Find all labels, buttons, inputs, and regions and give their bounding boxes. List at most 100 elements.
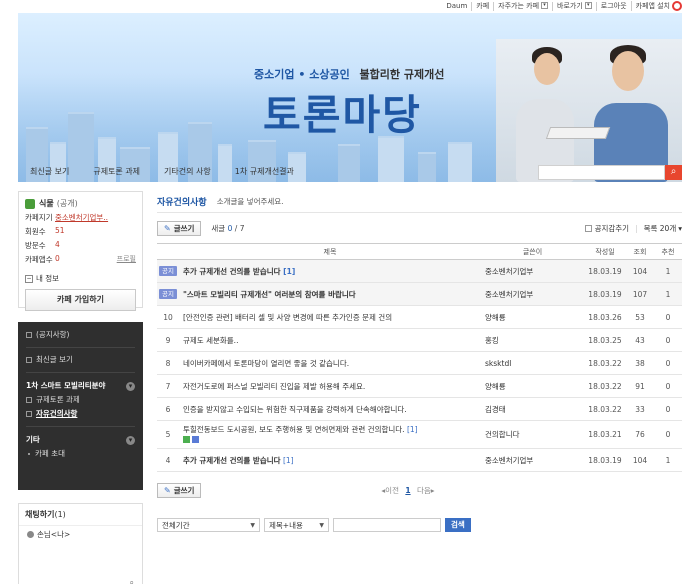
- post-author[interactable]: sksktdl: [481, 351, 584, 375]
- table-row[interactable]: 7 자전거도로에 퍼스널 모빌리티 진입을 제발 허용해 주세요. 양해룡 18…: [157, 374, 682, 398]
- post-title[interactable]: 규제도 세분화를..: [183, 336, 238, 345]
- install-app-link[interactable]: 카페앱 설치: [630, 1, 686, 11]
- tab-regulation-topics[interactable]: 규제토론 과제: [81, 166, 152, 177]
- table-row[interactable]: 10 [안전인증 관련] 배터리 셀 및 사양 변경에 따른 추가인증 문제 건…: [157, 305, 682, 329]
- menu-invite[interactable]: 카페 초대: [18, 447, 143, 461]
- cafe-link[interactable]: 카페: [471, 1, 493, 11]
- post-number: 4: [157, 448, 179, 472]
- post-author[interactable]: 홍킹: [481, 328, 584, 352]
- board-search-bar: 전체기간 ▼ 제목+내용 ▼ 검색: [157, 518, 682, 532]
- search-type-select[interactable]: 제목+내용 ▼: [264, 518, 329, 532]
- logout-button[interactable]: 로그아웃: [595, 1, 631, 11]
- board-search-button[interactable]: 검색: [445, 518, 471, 532]
- post-author[interactable]: 김경태: [481, 397, 584, 421]
- pagination: ◂이전 1 다음▸: [381, 485, 434, 496]
- hide-notice-checkbox[interactable]: [584, 224, 592, 232]
- my-info-toggle[interactable]: − 내 정보: [25, 273, 136, 284]
- cafe-search-input[interactable]: [538, 165, 665, 180]
- cafe-manager-link[interactable]: 중소벤처기업부..: [55, 212, 108, 223]
- post-count-total: / 7: [234, 223, 245, 233]
- post-title[interactable]: [안전인증 관련] 배터리 셀 및 사양 변경에 따른 추가인증 문제 건의: [183, 313, 392, 322]
- page-number-current[interactable]: 1: [405, 486, 410, 495]
- comment-count[interactable]: [1]: [283, 267, 295, 276]
- notice-badge: 공지: [159, 289, 177, 299]
- prev-page-button[interactable]: ◂이전: [381, 486, 399, 495]
- collapse-icon[interactable]: ▾: [126, 435, 135, 445]
- menu-regulation-topics[interactable]: 규제토론 과제: [18, 393, 143, 407]
- table-row[interactable]: 공지 추가 규제개선 건의를 받습니다 [1] 중소벤처기업부 18.03.19…: [157, 259, 682, 283]
- post-author[interactable]: 양해룡: [481, 305, 584, 329]
- post-title[interactable]: 인증을 받지않고 수입되는 위험한 직구제품을 강력하게 단속해야합니다.: [183, 405, 407, 414]
- post-author[interactable]: 중소벤처기업부: [481, 259, 584, 283]
- col-author: 글쓴이: [481, 243, 584, 260]
- chevron-down-icon: ▾: [678, 223, 682, 233]
- laptop: [545, 127, 611, 139]
- post-author[interactable]: 중소벤처기업부: [481, 282, 584, 306]
- banner-photo: [486, 39, 682, 182]
- search-icon[interactable]: ⌕: [665, 165, 682, 180]
- menu-group-mobility[interactable]: 1차 스마트 모빌리티분야 ▾: [18, 379, 143, 393]
- board-search-input[interactable]: [333, 518, 441, 532]
- post-count-label: 새글: [211, 223, 226, 233]
- subtitle-regulation: 불합리한 규제개선: [359, 68, 445, 81]
- table-row[interactable]: 6 인증을 받지않고 수입되는 위험한 직구제품을 강력하게 단속해야합니다. …: [157, 397, 682, 421]
- comment-count[interactable]: [1]: [283, 456, 294, 465]
- post-title[interactable]: "스마트 모빌리티 규제개선" 여러분의 참여를 바랍니다: [183, 290, 356, 299]
- table-row[interactable]: 공지 "스마트 모빌리티 규제개선" 여러분의 참여를 바랍니다 중소벤처기업부…: [157, 282, 682, 306]
- join-cafe-button[interactable]: 카페 가입하기: [25, 289, 136, 311]
- write-button-bottom[interactable]: ✎ 글쓰기: [157, 482, 202, 498]
- write-button[interactable]: ✎ 글쓰기: [157, 220, 202, 236]
- my-info-label: 내 정보: [36, 274, 60, 283]
- board-header: 자유건의사항 소개글을 넣어주세요.: [157, 191, 682, 213]
- magnifier-icon[interactable]: ⌕: [130, 578, 134, 584]
- post-title[interactable]: 자전거도로에 퍼스널 모빌리티 진입을 제발 허용해 주세요.: [183, 382, 365, 391]
- sidebar: 식물 (공개) 카페지기 중소벤처기업부.. 회원수 51 방문수 4 카페앱수…: [18, 191, 143, 584]
- app-count: 0: [55, 254, 60, 263]
- post-author[interactable]: 건의합니다: [481, 420, 584, 449]
- menu-notice[interactable]: (공지사항): [18, 328, 143, 342]
- profile-link[interactable]: 프로필: [117, 254, 136, 265]
- tab-recent-posts[interactable]: 최신글 보기: [18, 166, 81, 177]
- notice-badge: 공지: [159, 266, 177, 276]
- daum-link[interactable]: Daum: [442, 2, 471, 11]
- favorite-cafe-menu[interactable]: 자주가는 카페 ▾: [493, 1, 552, 11]
- period-select-value: 전체기간: [162, 520, 190, 530]
- post-title[interactable]: 추가 규제개선 건의를 받습니다: [183, 456, 281, 465]
- post-title[interactable]: 추가 규제개선 건의를 받습니다: [183, 267, 281, 276]
- tab-first-results[interactable]: 1차 규제개선결과: [223, 166, 306, 177]
- menu-group-mobility-label: 1차 스마트 모빌리티분야: [26, 381, 106, 390]
- menu-divider: [26, 426, 135, 427]
- table-row[interactable]: 5 투힐전동보드 도시공원, 보도 주행허용 및 면허면제와 관련 건의합니다.…: [157, 420, 682, 449]
- period-select[interactable]: 전체기간 ▼: [157, 518, 260, 532]
- post-title[interactable]: 투힐전동보드 도시공원, 보도 주행허용 및 면허면제와 관련 건의합니다.: [183, 425, 405, 434]
- post-author[interactable]: 중소벤처기업부: [481, 448, 584, 472]
- video-attachment-icon: [192, 436, 199, 443]
- tab-other-suggestions[interactable]: 기타건의 사항: [152, 166, 223, 177]
- post-date: 18.03.26: [584, 305, 626, 329]
- board-icon: [26, 397, 32, 403]
- next-page-button[interactable]: 다음▸: [417, 486, 435, 495]
- menu-recent-posts[interactable]: 최신글 보기: [18, 353, 143, 367]
- menu-group-etc[interactable]: 기타 ▾: [18, 433, 143, 447]
- collapse-icon[interactable]: ▾: [126, 381, 135, 391]
- chat-header[interactable]: 채팅하기(1): [19, 504, 142, 526]
- chat-user[interactable]: 손님<나>: [19, 526, 142, 543]
- post-likes: 0: [654, 305, 682, 329]
- comment-count[interactable]: [1]: [407, 425, 418, 434]
- table-row[interactable]: 8 네이버카페에서 토론마당이 열리면 좋을 것 같습니다. sksktdl 1…: [157, 351, 682, 375]
- building: [448, 142, 472, 182]
- menu-regulation-label: 규제토론 과제: [36, 395, 80, 404]
- menu-free-suggestions-label: 자유건의사항: [36, 409, 78, 418]
- table-row[interactable]: 9 규제도 세분화를.. 홍킹 18.03.25 43 0: [157, 328, 682, 352]
- list-count-select[interactable]: 목록 20개: [644, 223, 677, 234]
- menu-free-suggestions[interactable]: 자유건의사항: [18, 407, 143, 421]
- menu-group-etc-label: 기타: [26, 435, 40, 444]
- post-author[interactable]: 양해룡: [481, 374, 584, 398]
- table-row[interactable]: 4 추가 규제개선 건의를 받습니다 [1] 중소벤처기업부 18.03.19 …: [157, 448, 682, 472]
- post-title[interactable]: 네이버카페에서 토론마당이 열리면 좋을 것 같습니다.: [183, 359, 349, 368]
- write-label: 글쓰기: [173, 223, 195, 233]
- post-likes: 0: [654, 351, 682, 375]
- shortcut-menu[interactable]: 바로가기 ▾: [552, 1, 596, 11]
- dropdown-icon: ▾: [541, 2, 549, 9]
- col-title: 제목: [179, 243, 481, 260]
